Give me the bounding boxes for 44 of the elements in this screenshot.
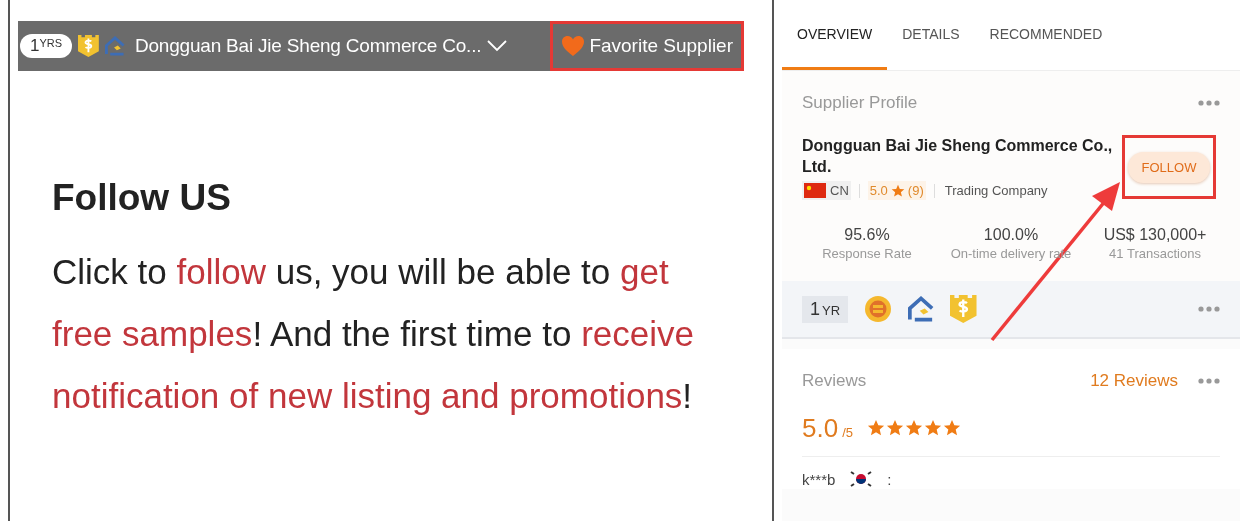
shield-dollar-icon (78, 35, 99, 57)
promo-heading: Follow US (52, 177, 232, 219)
reviewer-name: k***b (802, 470, 836, 488)
business-type: Trading Company (944, 183, 1048, 198)
stat-value: 100.0% (982, 226, 1040, 244)
chevron-down-icon (487, 40, 508, 52)
supplier-name[interactable]: Dongguan Bai Jie Sheng Commerce Co., Ltd. (802, 135, 1120, 177)
rating-value: 5.0 (869, 183, 888, 198)
years-number: 1 (30, 36, 40, 56)
star-icon (890, 183, 905, 198)
stat-label: 41 Transactions (1108, 246, 1202, 261)
country-code: CN (830, 183, 849, 198)
house-icon (908, 296, 935, 322)
more-icon (1198, 378, 1220, 384)
korea-flag-icon (849, 469, 874, 489)
stat-label: Response Rate (821, 246, 913, 261)
coin-icon (864, 295, 893, 323)
star-icon (924, 419, 942, 437)
favorite-supplier-button[interactable]: Favorite Supplier (555, 35, 739, 57)
star-icon (905, 419, 923, 437)
tab[interactable]: DETAILS (887, 0, 975, 70)
stat-value: US$ 130,000+ (1102, 226, 1208, 244)
review-score: 5.0 (802, 413, 839, 444)
company-name[interactable]: Dongguan Bai Jie Sheng Commerce Co... (134, 35, 482, 57)
star-icon (943, 419, 961, 437)
years-number: 1 (810, 298, 820, 320)
star-icon (867, 419, 885, 437)
stat-value: 95.6% (843, 226, 891, 244)
section-title: Reviews (802, 371, 867, 391)
promo-paragraph: Click to follow us, you will be able to get free samples! And the first time to receive notification of new listing and promotions! (52, 251, 695, 417)
review-separator: : (887, 470, 892, 488)
house-icon (104, 36, 125, 56)
section-title: Supplier Profile (802, 93, 918, 113)
tab[interactable]: RECOMMENDED (974, 0, 1118, 70)
heart-icon (561, 35, 586, 57)
years-unit: YR (822, 302, 841, 318)
star-icon (886, 419, 904, 437)
more-icon (1198, 100, 1220, 106)
china-flag-icon (804, 183, 826, 198)
shield-dollar-icon (950, 295, 977, 323)
more-icon (1198, 306, 1220, 312)
years-unit: YRS (39, 37, 63, 49)
score-scale: /5 (842, 425, 853, 440)
rating-count: (9) (907, 183, 924, 198)
